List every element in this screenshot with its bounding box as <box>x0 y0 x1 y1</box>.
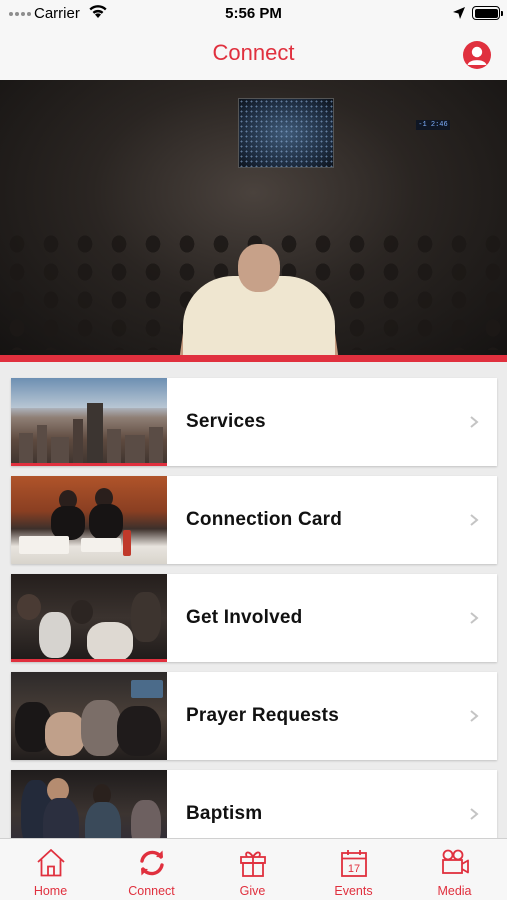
calendar-day: 17 <box>348 863 360 875</box>
calendar-icon: 17 <box>341 850 367 877</box>
tab-label: Connect <box>128 884 175 898</box>
speaker-head <box>238 244 280 292</box>
gift-icon <box>240 851 266 877</box>
list-item-label: Baptism <box>186 803 263 824</box>
navigation-bar: Connect <box>0 28 507 80</box>
list-item-connection-card[interactable]: Connection Card <box>11 476 497 564</box>
chevron-right-icon <box>470 710 479 722</box>
tab-media[interactable]: Media <box>404 839 505 900</box>
list-item-label: Services <box>186 411 266 432</box>
tab-bar: Home Connect Give 17 Events Media <box>0 838 507 900</box>
tab-label: Home <box>33 884 68 898</box>
tab-label: Events <box>334 884 373 898</box>
page-title: Connect <box>212 40 295 65</box>
group-prayer-thumbnail <box>11 672 167 760</box>
status-bar: Carrier 5:56 PM <box>0 0 507 28</box>
battery-icon <box>472 6 503 20</box>
list-item-label: Get Involved <box>186 607 303 628</box>
chevron-right-icon <box>470 808 479 820</box>
chevron-right-icon <box>470 612 479 624</box>
connect-menu-list: Services Connection Card Get Involved Pr… <box>11 378 497 868</box>
countdown-display: -1 2:46 <box>416 120 450 130</box>
tab-connect[interactable]: Connect <box>101 839 202 900</box>
city-skyline-thumbnail <box>11 378 167 466</box>
tab-home[interactable]: Home <box>0 839 101 900</box>
crowd-thumbnail <box>11 574 167 662</box>
hero-accent-bar <box>0 355 507 362</box>
user-profile-icon[interactable] <box>463 41 491 69</box>
tab-give[interactable]: Give <box>202 839 303 900</box>
refresh-icon <box>140 850 164 876</box>
list-item-label: Prayer Requests <box>186 705 339 726</box>
projector-screen <box>238 98 334 168</box>
list-item-get-involved[interactable]: Get Involved <box>11 574 497 662</box>
list-item-label: Connection Card <box>186 509 343 530</box>
video-camera-icon <box>442 849 469 874</box>
chevron-right-icon <box>470 416 479 428</box>
location-arrow-icon <box>453 7 465 19</box>
tab-label: Media <box>437 884 472 898</box>
clock-time: 5:56 PM <box>225 5 282 22</box>
tab-label: Give <box>239 884 266 898</box>
chevron-right-icon <box>470 514 479 526</box>
hero-image: -1 2:46 <box>0 80 507 362</box>
welcome-table-thumbnail <box>11 476 167 564</box>
tab-events[interactable]: 17 Events <box>303 839 404 900</box>
house-icon <box>37 849 65 877</box>
list-item-services[interactable]: Services <box>11 378 497 466</box>
list-item-prayer-requests[interactable]: Prayer Requests <box>11 672 497 760</box>
